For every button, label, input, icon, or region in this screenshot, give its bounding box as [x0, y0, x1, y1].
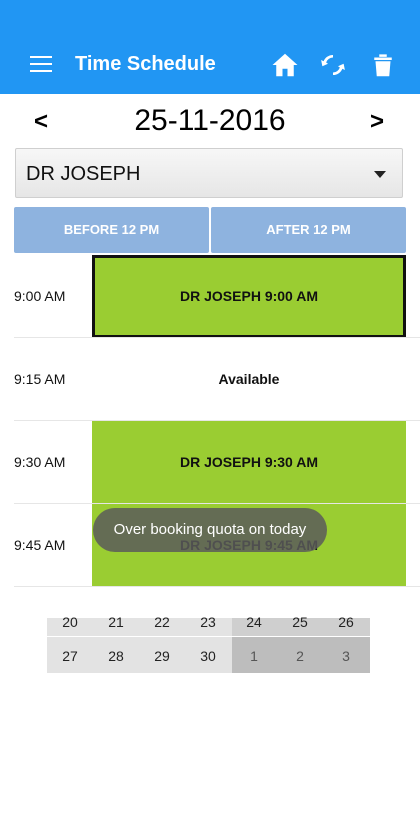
calendar-day[interactable]: 21: [93, 614, 139, 630]
calendar-day[interactable]: 28: [93, 648, 139, 664]
dropdown-caret-icon: [374, 171, 386, 178]
calendar-day[interactable]: 22: [139, 614, 185, 630]
slot-row[interactable]: 9:30 AM DR JOSEPH 9:30 AM: [0, 421, 420, 504]
toast-message: Over booking quota on today: [93, 508, 327, 552]
doctor-select[interactable]: DR JOSEPH: [15, 148, 403, 198]
home-icon[interactable]: [270, 50, 300, 80]
slot-row[interactable]: 9:00 AM DR JOSEPH 9:00 AM: [0, 255, 420, 338]
calendar-day-next-month[interactable]: 1: [231, 648, 277, 664]
slot-row[interactable]: 9:15 AM Available: [0, 338, 420, 421]
slot-time: 9:00 AM: [14, 288, 66, 304]
refresh-icon[interactable]: [318, 50, 348, 80]
current-date: 25-11-2016: [134, 104, 286, 137]
slot-time: 9:45 AM: [14, 537, 66, 553]
calendar-day[interactable]: 20: [47, 614, 93, 630]
calendar-day-next-month[interactable]: 2: [277, 648, 323, 664]
calendar-day[interactable]: 30: [185, 648, 231, 664]
slot-label: Available: [218, 371, 280, 387]
tab-before-12pm[interactable]: BEFORE 12 PM: [14, 207, 209, 253]
divider: [14, 586, 420, 587]
trash-icon[interactable]: [368, 50, 398, 80]
date-navigation: < 25-11-2016 >: [0, 94, 420, 146]
calendar-day[interactable]: 29: [139, 648, 185, 664]
time-tabs: BEFORE 12 PM AFTER 12 PM: [14, 207, 406, 253]
app-bar: Time Schedule: [0, 0, 420, 94]
calendar-day[interactable]: 26: [323, 614, 369, 630]
page-title: Time Schedule: [75, 53, 216, 75]
slot-label: DR JOSEPH 9:00 AM: [180, 288, 318, 304]
slot-time: 9:15 AM: [14, 371, 66, 387]
slot-label: DR JOSEPH 9:30 AM: [180, 454, 318, 470]
next-date-button[interactable]: >: [370, 108, 384, 136]
tab-after-12pm[interactable]: AFTER 12 PM: [211, 207, 406, 253]
calendar-day[interactable]: 24: [231, 614, 277, 630]
calendar-day-next-month[interactable]: 3: [323, 648, 369, 664]
calendar-day[interactable]: 27: [47, 648, 93, 664]
doctor-select-value: DR JOSEPH: [26, 163, 141, 185]
calendar-day[interactable]: 25: [277, 614, 323, 630]
calendar-fragment: 20 21 22 23 24 25 26 27 28 29 30 1 2 3: [47, 614, 370, 673]
calendar-day[interactable]: 23: [185, 614, 231, 630]
menu-icon[interactable]: [30, 56, 52, 74]
slot-time: 9:30 AM: [14, 454, 66, 470]
